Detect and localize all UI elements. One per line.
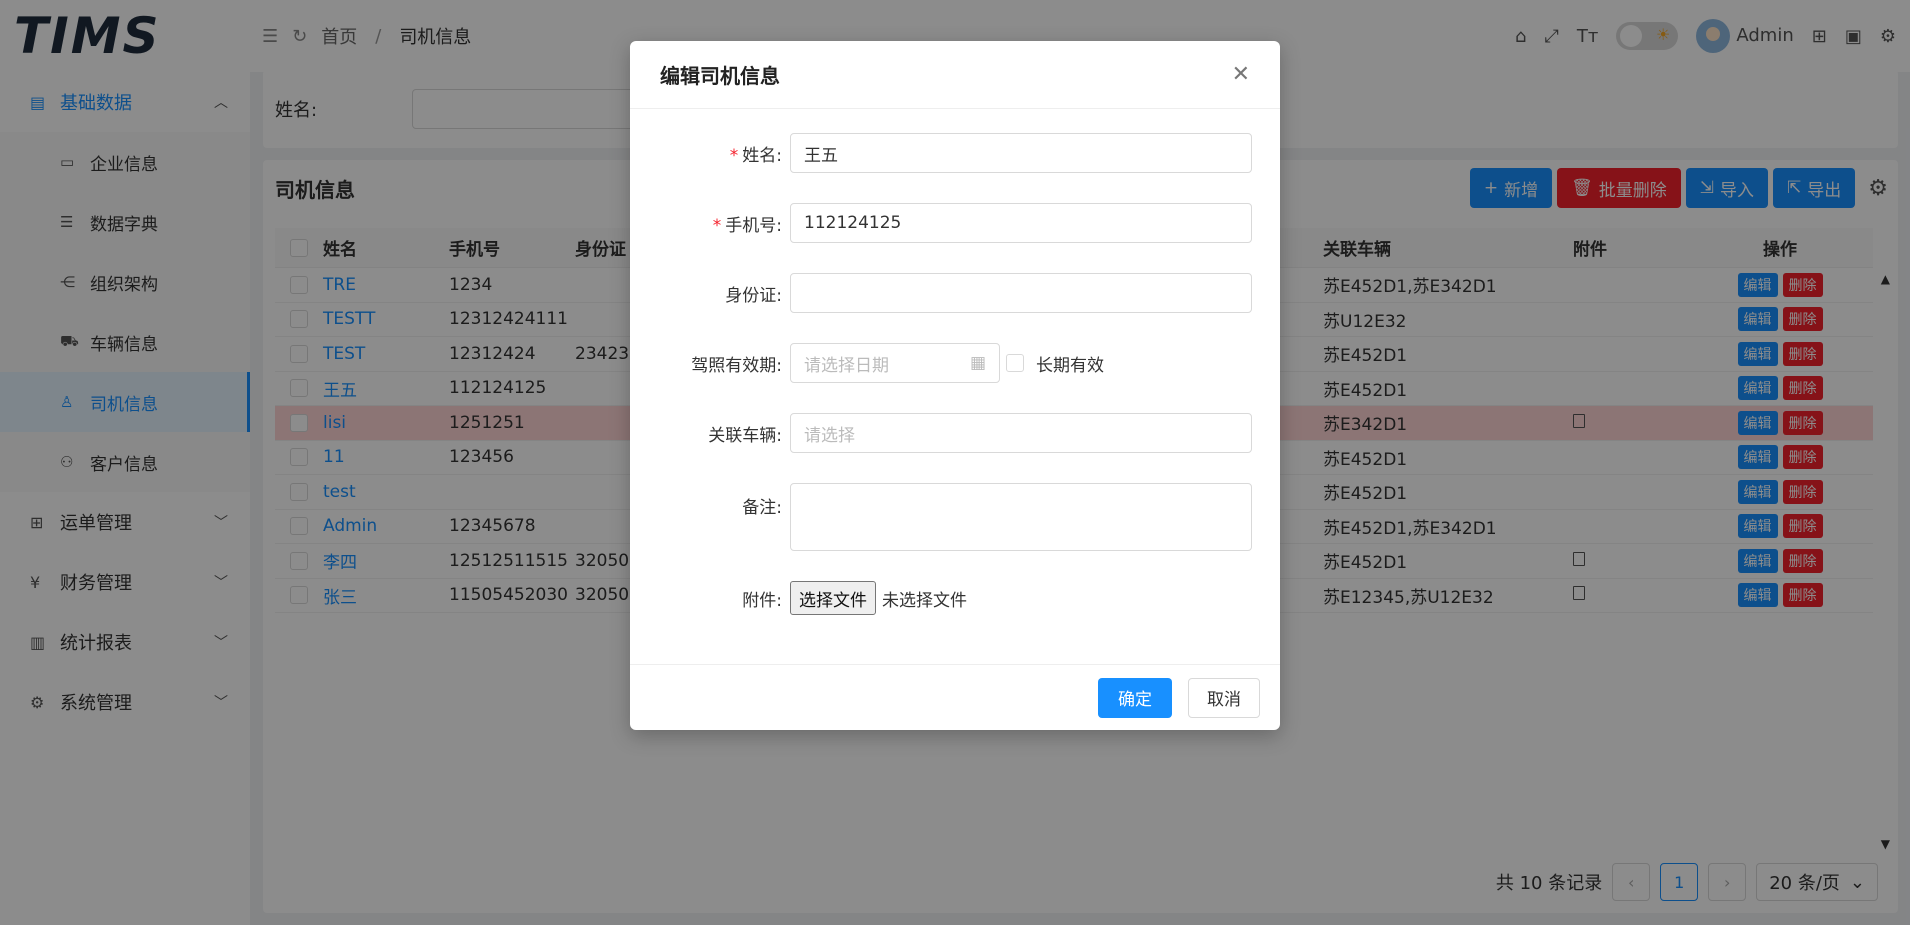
date-placeholder: 请选择日期 — [804, 355, 889, 376]
cancel-button[interactable]: 取消 — [1188, 677, 1260, 718]
vehicle-select[interactable]: 请选择 — [790, 413, 1252, 453]
confirm-button[interactable]: 确定 — [1098, 677, 1172, 718]
id-input[interactable] — [790, 273, 1252, 313]
name-input[interactable]: 王五 — [790, 133, 1252, 173]
close-icon[interactable]: ✕ — [1232, 62, 1250, 87]
dialog-title: 编辑司机信息 — [660, 64, 780, 88]
form-row-remark: 备注: — [630, 483, 1252, 551]
file-status: 未选择文件 — [882, 590, 967, 611]
remark-textarea[interactable] — [790, 483, 1252, 551]
choose-file-button[interactable]: 选择文件 — [790, 581, 876, 615]
vehicle-label: 关联车辆: — [708, 425, 782, 446]
form-row-phone: * 手机号: 112124125 — [630, 203, 1252, 243]
form-row-name: * 姓名: 王五 — [630, 133, 1252, 173]
license-date-picker[interactable]: 请选择日期 ▦ — [790, 343, 1000, 383]
long-term-label[interactable]: 长期有效 — [1036, 351, 1104, 376]
form-row-vehicle: 关联车辆: 请选择 — [630, 413, 1252, 453]
phone-label: 手机号: — [725, 215, 782, 236]
form-row-id: 身份证: — [630, 273, 1252, 313]
form-row-attachment: 附件: 选择文件 未选择文件 — [630, 581, 967, 615]
required-mark: * — [712, 215, 722, 236]
required-mark: * — [729, 145, 739, 166]
phone-input[interactable]: 112124125 — [790, 203, 1252, 243]
long-term-checkbox[interactable] — [1006, 354, 1024, 372]
form-row-license: 驾照有效期: 请选择日期 ▦ 长期有效 — [630, 343, 1104, 383]
id-label: 身份证: — [725, 285, 782, 306]
name-label: 姓名: — [742, 145, 782, 166]
attachment-label: 附件: — [742, 590, 782, 611]
remark-label: 备注: — [742, 498, 782, 518]
calendar-icon: ▦ — [969, 353, 986, 373]
license-label: 驾照有效期: — [691, 355, 782, 376]
edit-driver-dialog: 编辑司机信息 ✕ * 姓名: 王五 * 手机号: 112124125 身份证: 驾照… — [630, 41, 1280, 730]
